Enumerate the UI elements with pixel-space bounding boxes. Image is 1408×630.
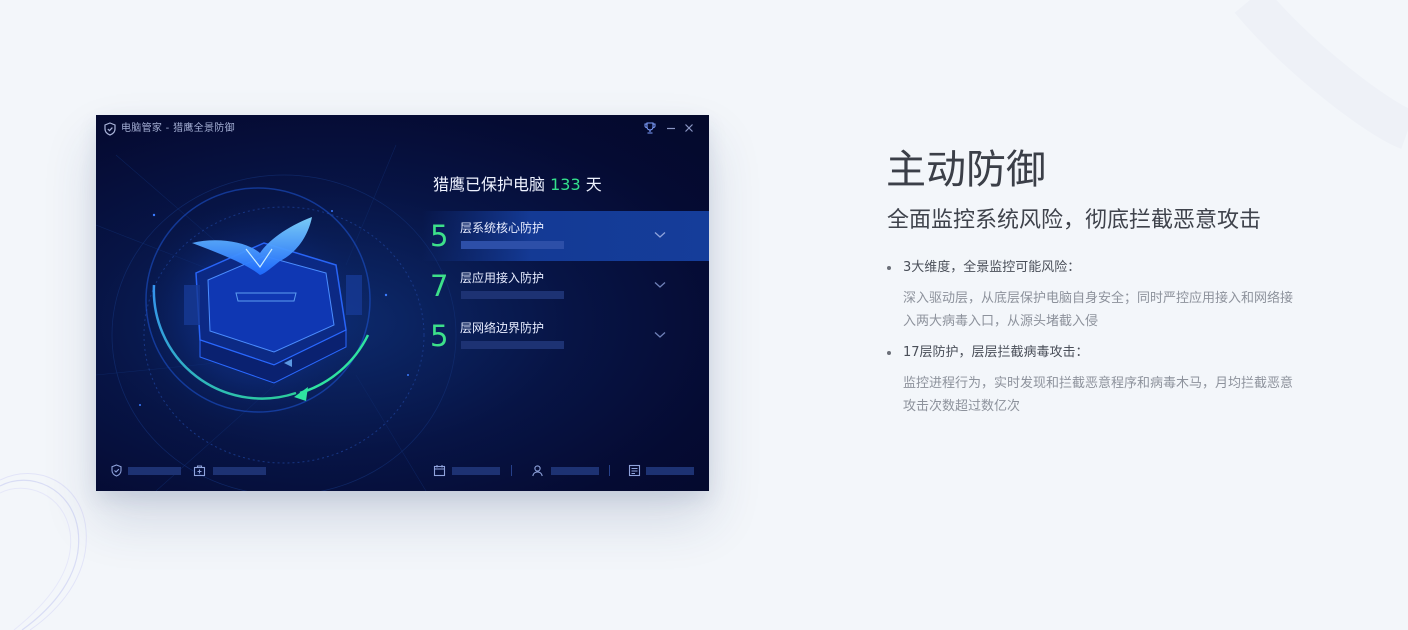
- layer-label: 层网络边界防护: [460, 321, 545, 335]
- bullet-body: 监控进程行为，实时发现和拦截恶意程序和病毒木马，月均拦截恶意攻击次数超过数亿次: [903, 376, 1294, 414]
- feature-title: 主动防御: [886, 147, 1046, 193]
- title-bar: 电脑管家 - 猎鹰全景防御: [96, 115, 709, 143]
- headline-prefix: 猎鹰已保护电脑: [433, 175, 546, 194]
- close-icon[interactable]: [682, 121, 696, 135]
- feature-subtitle: 全面监控系统风险，彻底拦截恶意攻击: [887, 208, 1262, 233]
- bullet-dot: [887, 351, 891, 355]
- layer-progress-bar: [461, 341, 564, 349]
- layer-count: 7: [430, 269, 449, 303]
- headline-suffix: 天: [585, 175, 602, 194]
- app-window: 电脑管家 - 猎鹰全景防御 猎鹰已保护电脑 133 天 5 层系统核心防护 7 …: [96, 115, 709, 491]
- layer-row-network-boundary[interactable]: 5 层网络边界防护: [422, 311, 709, 361]
- divider: [609, 465, 610, 476]
- bullet-dot: [887, 266, 891, 270]
- layer-label: 层系统核心防护: [460, 221, 545, 235]
- layer-progress-bar: [461, 241, 564, 249]
- bullet-heading: 3大维度，全景监控可能风险：: [903, 260, 1081, 275]
- layer-count: 5: [430, 219, 449, 253]
- shield-label-placeholder[interactable]: [128, 467, 181, 475]
- chevron-down-icon[interactable]: [654, 331, 666, 339]
- bottom-toolbar: [96, 459, 709, 483]
- layer-row-system-core[interactable]: 5 层系统核心防护: [422, 211, 709, 261]
- shield-check-icon[interactable]: [110, 464, 123, 477]
- protected-days-count: 133: [550, 175, 581, 194]
- chevron-down-icon[interactable]: [654, 231, 666, 239]
- toolbox-label-placeholder[interactable]: [213, 467, 266, 475]
- layer-label: 层应用接入防护: [460, 271, 545, 285]
- bullet-body: 深入驱动层，从底层保护电脑自身安全；同时严控应用接入和网络接入两大病毒入口，从源…: [903, 291, 1294, 329]
- window-title: 电脑管家 - 猎鹰全景防御: [121, 123, 235, 134]
- note-label-placeholder[interactable]: [646, 467, 694, 475]
- minimize-icon[interactable]: [664, 121, 678, 135]
- protection-headline: 猎鹰已保护电脑 133 天: [433, 174, 602, 196]
- calendar-icon[interactable]: [433, 464, 446, 477]
- layer-row-app-access[interactable]: 7 层应用接入防护: [422, 261, 709, 311]
- layer-count: 5: [430, 319, 449, 353]
- chevron-down-icon[interactable]: [654, 281, 666, 289]
- trophy-icon[interactable]: [643, 121, 657, 135]
- calendar-label-placeholder[interactable]: [452, 467, 500, 475]
- shield-logo-icon: [104, 122, 116, 136]
- user-label-placeholder[interactable]: [551, 467, 599, 475]
- bullet-heading: 17层防护，层层拦截病毒攻击：: [903, 345, 1089, 360]
- toolbox-icon[interactable]: [193, 464, 206, 477]
- note-icon[interactable]: [628, 464, 641, 477]
- layer-progress-bar: [461, 291, 564, 299]
- divider: [511, 465, 512, 476]
- user-icon[interactable]: [531, 464, 544, 477]
